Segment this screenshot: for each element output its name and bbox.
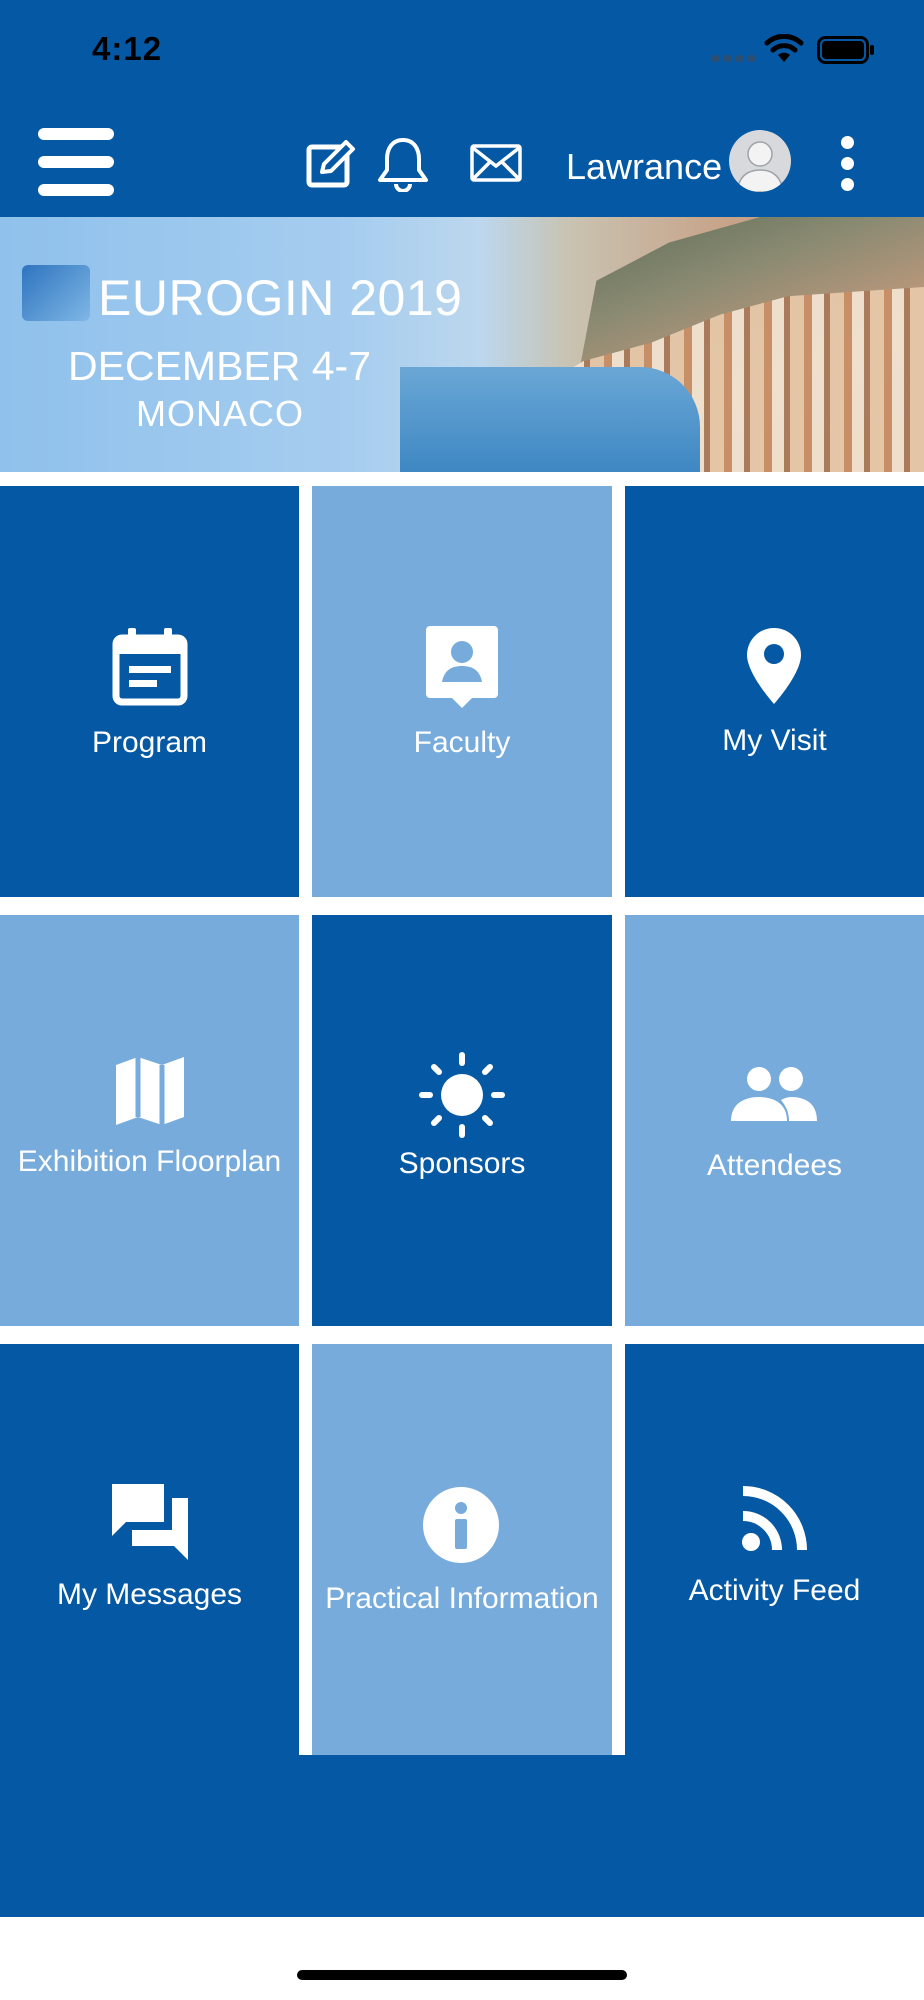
user-avatar[interactable]: [729, 130, 791, 192]
notifications-bell-icon[interactable]: [376, 136, 430, 192]
tile-practical-information[interactable]: Practical Information: [312, 1344, 612, 1755]
tile-my-visit[interactable]: My Visit: [625, 486, 924, 897]
people-icon: [731, 1067, 817, 1121]
tile-exhibition-floorplan[interactable]: Exhibition Floorplan: [0, 915, 299, 1326]
banner-dates: DECEMBER 4-7: [68, 343, 372, 389]
map-icon: [116, 1057, 184, 1125]
mail-envelope-icon[interactable]: [470, 144, 522, 182]
menu-button[interactable]: [38, 128, 116, 196]
tile-label: Attendees: [706, 1149, 843, 1182]
contact-card-icon: [426, 626, 498, 708]
cellular-signal-icon: [712, 55, 755, 62]
calendar-icon: [112, 628, 188, 706]
tile-label: Program: [91, 726, 208, 759]
tile-label: Faculty: [413, 726, 511, 759]
banner-location: MONACO: [136, 393, 304, 434]
tile-label: Activity Feed: [688, 1574, 861, 1607]
map-pin-icon: [747, 628, 801, 704]
tile-attendees[interactable]: Attendees: [625, 915, 924, 1326]
more-options-button[interactable]: [838, 136, 856, 192]
wifi-icon: [764, 34, 804, 62]
eurogin-logo: [22, 265, 90, 321]
tile-sponsors[interactable]: Sponsors: [312, 915, 612, 1326]
tile-label: Practical Information: [325, 1582, 599, 1615]
chat-bubbles-icon: [112, 1484, 188, 1560]
tile-label: My Messages: [56, 1578, 243, 1611]
banner-title: EUROGIN 2019: [98, 270, 463, 326]
event-banner: EUROGIN 2019 DECEMBER 4-7 MONACO: [0, 217, 924, 472]
tile-label: My Visit: [722, 724, 827, 757]
tile-label: Exhibition Floorplan: [17, 1145, 282, 1178]
user-name[interactable]: Lawrance: [566, 146, 722, 188]
home-indicator[interactable]: [297, 1970, 627, 1980]
battery-icon: [817, 36, 874, 64]
tile-my-messages[interactable]: My Messages: [0, 1344, 299, 1755]
tile-activity-feed[interactable]: Activity Feed: [625, 1344, 924, 1755]
person-avatar-icon: [736, 141, 784, 192]
rss-icon: [742, 1486, 807, 1551]
info-icon: [423, 1487, 499, 1563]
status-time: 4:12: [92, 30, 163, 67]
sun-icon: [419, 1052, 505, 1138]
tile-faculty[interactable]: Faculty: [312, 486, 612, 897]
tile-label: Sponsors: [398, 1147, 526, 1180]
tile-program[interactable]: Program: [0, 486, 299, 897]
edit-note-icon[interactable]: [306, 138, 358, 190]
